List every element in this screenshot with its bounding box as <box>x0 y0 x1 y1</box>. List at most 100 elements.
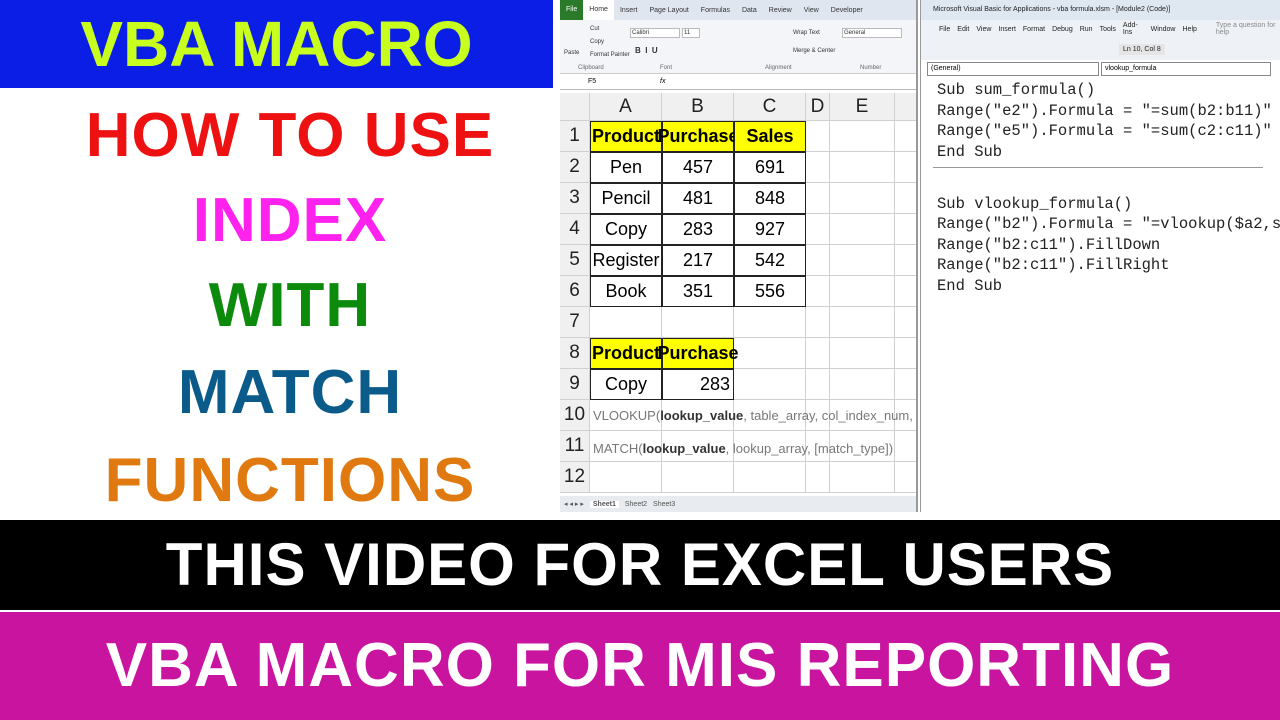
font-size-select[interactable]: 11 <box>682 28 700 38</box>
cell[interactable] <box>806 369 830 400</box>
lookup-header[interactable]: Purchase <box>657 338 739 369</box>
table-cell[interactable]: 351 <box>662 276 734 307</box>
cell[interactable] <box>590 462 662 493</box>
cell[interactable] <box>895 183 916 214</box>
cell[interactable] <box>734 338 806 369</box>
menu-help[interactable]: Help <box>1183 26 1197 33</box>
table-cell[interactable]: 927 <box>734 214 806 245</box>
menu-insert[interactable]: Insert <box>998 26 1016 33</box>
table-cell[interactable]: 217 <box>662 245 734 276</box>
cut-button[interactable]: Cut <box>590 26 599 32</box>
table-header[interactable]: Purchase <box>657 121 739 152</box>
cell[interactable] <box>830 183 895 214</box>
cell[interactable] <box>806 276 830 307</box>
table-cell[interactable]: 542 <box>734 245 806 276</box>
menu-window[interactable]: Window <box>1151 26 1176 33</box>
font-select[interactable]: Calibri <box>630 28 680 38</box>
tab-data[interactable]: Data <box>736 7 763 14</box>
table-cell[interactable]: Pencil <box>590 183 662 214</box>
cell[interactable] <box>895 152 916 183</box>
cell[interactable] <box>734 462 806 493</box>
menu-tools[interactable]: Tools <box>1100 26 1116 33</box>
cell[interactable] <box>830 307 895 338</box>
menu-edit[interactable]: Edit <box>957 26 969 33</box>
cell[interactable] <box>895 431 916 462</box>
cell[interactable] <box>806 307 830 338</box>
help-search[interactable]: Type a question for help <box>1216 22 1280 36</box>
table-cell[interactable]: Pen <box>590 152 662 183</box>
bold-button[interactable]: B I U <box>635 46 658 55</box>
cell[interactable] <box>895 307 916 338</box>
cell[interactable] <box>895 462 916 493</box>
copy-button[interactable]: Copy <box>590 39 604 45</box>
cell[interactable] <box>830 152 895 183</box>
fx-icon[interactable]: fx <box>660 78 665 85</box>
table-cell[interactable]: 283 <box>662 214 734 245</box>
menu-format[interactable]: Format <box>1023 26 1045 33</box>
table-cell[interactable]: 848 <box>734 183 806 214</box>
cell[interactable] <box>830 462 895 493</box>
tab-insert[interactable]: Insert <box>614 7 644 14</box>
cell[interactable] <box>806 338 830 369</box>
menu-add-ins[interactable]: Add-Ins <box>1123 22 1144 36</box>
object-combo[interactable]: (General) <box>927 62 1099 76</box>
wrap-text-button[interactable]: Wrap Text <box>793 30 820 36</box>
cell[interactable] <box>830 276 895 307</box>
table-header[interactable]: Product <box>590 121 662 152</box>
cell[interactable] <box>806 214 830 245</box>
cell[interactable] <box>662 462 734 493</box>
table-cell[interactable]: 691 <box>734 152 806 183</box>
procedure-combo[interactable]: vlookup_formula <box>1101 62 1271 76</box>
cell[interactable] <box>895 214 916 245</box>
tab-file[interactable]: File <box>560 0 584 20</box>
tab-formulas[interactable]: Formulas <box>695 7 736 14</box>
menu-debug[interactable]: Debug <box>1052 26 1073 33</box>
sheet-tab[interactable]: Sheet1 <box>589 500 619 508</box>
sheet-tab[interactable]: Sheet2 <box>625 501 647 508</box>
menu-run[interactable]: Run <box>1080 26 1093 33</box>
name-box[interactable]: F5 <box>560 78 630 85</box>
table-cell[interactable]: 481 <box>662 183 734 214</box>
cell[interactable] <box>830 369 895 400</box>
cell[interactable] <box>806 245 830 276</box>
tab-review[interactable]: Review <box>763 7 798 14</box>
cell[interactable] <box>734 369 806 400</box>
tab-developer[interactable]: Developer <box>825 7 869 14</box>
cell[interactable] <box>830 214 895 245</box>
cell[interactable] <box>895 276 916 307</box>
cell[interactable] <box>806 462 830 493</box>
lookup-product[interactable]: Copy <box>590 369 662 400</box>
sheet-tab[interactable]: Sheet3 <box>653 501 675 508</box>
tab-home[interactable]: Home <box>583 0 614 20</box>
cell[interactable] <box>895 338 916 369</box>
paste-button[interactable]: Paste <box>564 50 579 56</box>
cell[interactable] <box>895 121 916 152</box>
number-format-select[interactable]: General <box>842 28 902 38</box>
table-cell[interactable]: Copy <box>590 214 662 245</box>
table-cell[interactable]: Book <box>590 276 662 307</box>
lookup-header[interactable]: Product <box>590 338 662 369</box>
table-cell[interactable]: 556 <box>734 276 806 307</box>
cell[interactable] <box>734 307 806 338</box>
format-painter-button[interactable]: Format Painter <box>590 52 630 58</box>
cell[interactable] <box>830 338 895 369</box>
cell[interactable] <box>806 183 830 214</box>
cell[interactable] <box>806 152 830 183</box>
tab-page-layout[interactable]: Page Layout <box>643 7 694 14</box>
cell[interactable] <box>830 121 895 152</box>
tab-view[interactable]: View <box>798 7 825 14</box>
menu-view[interactable]: View <box>976 26 991 33</box>
table-cell[interactable]: Register <box>590 245 662 276</box>
lookup-result[interactable]: 283 <box>662 369 734 400</box>
cell[interactable] <box>590 307 662 338</box>
code-pane[interactable]: Sub sum_formula() Range("e2").Formula = "… <box>933 80 1280 296</box>
cell[interactable] <box>806 121 830 152</box>
cell[interactable] <box>895 245 916 276</box>
cell[interactable] <box>895 369 916 400</box>
cell[interactable] <box>662 307 734 338</box>
merge-center-button[interactable]: Merge & Center <box>793 48 835 54</box>
cell[interactable] <box>830 245 895 276</box>
table-cell[interactable]: 457 <box>662 152 734 183</box>
menu-file[interactable]: File <box>939 26 950 33</box>
table-header[interactable]: Sales <box>734 121 806 152</box>
